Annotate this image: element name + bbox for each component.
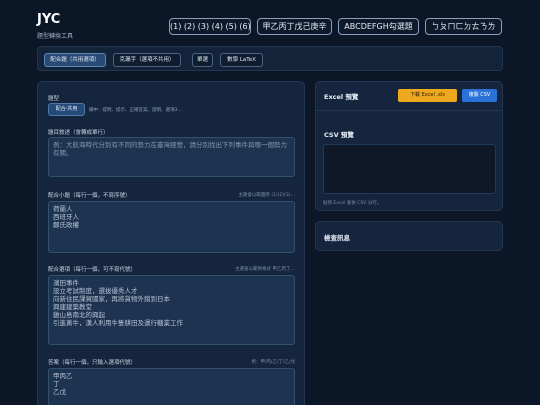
answers-label: 答案（每行一個，只輸入選項代號） (48, 360, 137, 366)
format-button-stems[interactable]: 甲乙丙丁戊己庚辛 (257, 18, 332, 35)
mode-tabs: 配合題（共用選項） 克漏字（選項不共用） 單選 數學 LaTeX (37, 46, 503, 71)
stem-textarea[interactable]: 例：大航海時代分別有不同的勢力在臺灣經營，請分別找出下列事件與哪一個勢力有關。 (48, 137, 295, 177)
csv-preview-title: CSV 預覽 (324, 131, 354, 139)
tab-math-latex[interactable]: 數學 LaTeX (220, 53, 263, 67)
tab-cloze[interactable]: 克漏字（選項不共用） (113, 53, 181, 67)
answers-hint: 例：甲/丙/乙/丁/乙/戊 (251, 360, 295, 365)
header: JYC 題型轉換工具 (1) (2) (3) (4) (5) (6) 甲乙丙丁戊… (0, 0, 540, 46)
check-messages-panel: 檢查訊息 (315, 221, 503, 251)
type-description: 欄中：提問、提示、正確答案、說明、選項3… (89, 108, 182, 113)
type-label: 題型 (48, 96, 60, 102)
form-panel: 題型 配合-共用 欄中：提問、提示、正確答案、說明、選項3… 題目敘述（會轉成單… (37, 81, 305, 405)
answers-textarea[interactable]: 甲丙乙 丁 乙戊 (48, 368, 295, 405)
type-selector[interactable]: 配合-共用 (48, 103, 85, 116)
format-button-letters[interactable]: ABCDEFGH勾選題 (338, 18, 419, 35)
options-label: 配合選項（每行一個，可不寫代號） (48, 267, 137, 273)
excel-title: Excel 預覽 (324, 93, 359, 101)
app-subtitle: 題型轉換工具 (37, 33, 74, 40)
app-title: JYC (37, 12, 61, 27)
sub-questions-hint: 主題會以範圍所 (1)(2)(3)… (238, 193, 295, 198)
format-button-numbered[interactable]: (1) (2) (3) (4) (5) (6) (169, 18, 251, 35)
options-textarea[interactable]: 濱田事件 設立考試制度，選拔優秀人才 向新住民課貿國家，再將貨物外銷到日本 興建… (48, 275, 295, 345)
sub-questions-textarea[interactable]: 荷蘭人 西班牙人 鄭氏政權 (48, 201, 295, 253)
check-title: 檢查訊息 (324, 234, 350, 242)
sub-questions-label: 配合小題（每行一個，不寫序號） (48, 193, 131, 199)
tab-single-choice[interactable]: 單選 (192, 53, 213, 67)
divider (316, 110, 502, 111)
stem-label: 題目敘述（會轉成單行） (48, 130, 109, 136)
csv-preview-area[interactable] (323, 144, 496, 194)
options-hint: 主選會以範例格式 甲乙丙丁… (235, 267, 295, 272)
excel-preview-panel: Excel 預覽 下載 Excel .xls 複製 CSV CSV 預覽 貼到 … (315, 81, 503, 211)
download-excel-button[interactable]: 下載 Excel .xls (398, 89, 457, 102)
csv-note: 貼到 Excel 會依 CSV 分行。 (323, 201, 382, 206)
format-button-zhuyin[interactable]: ㄅㄆㄇㄈㄉㄊㄋㄌ (425, 18, 502, 35)
copy-csv-button[interactable]: 複製 CSV (462, 89, 497, 102)
tab-matching[interactable]: 配合題（共用選項） (44, 53, 106, 67)
